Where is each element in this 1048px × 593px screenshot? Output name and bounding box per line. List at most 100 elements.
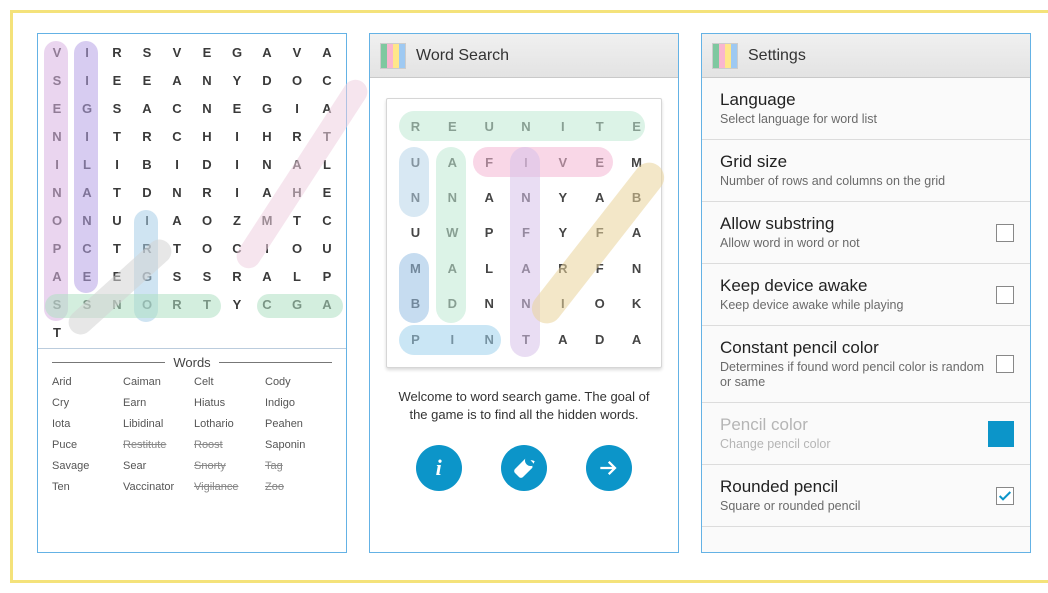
color-swatch[interactable] — [988, 421, 1014, 447]
grid-cell[interactable]: C — [312, 66, 342, 94]
grid-cell[interactable]: S — [162, 262, 192, 290]
grid-cell[interactable]: E — [222, 94, 252, 122]
grid-cell[interactable]: A — [282, 150, 312, 178]
grid-cell[interactable]: G — [252, 94, 282, 122]
grid-cell[interactable]: I — [72, 122, 102, 150]
grid-cell[interactable]: N — [192, 66, 222, 94]
grid-cell[interactable]: U — [312, 234, 342, 262]
grid-cell[interactable]: Y — [222, 290, 252, 318]
grid-cell[interactable]: A — [132, 94, 162, 122]
grid-cell[interactable]: H — [192, 122, 222, 150]
grid-cell[interactable]: Z — [222, 206, 252, 234]
grid-cell[interactable]: V — [162, 38, 192, 66]
grid-cell[interactable]: G — [132, 262, 162, 290]
grid-cell[interactable]: I — [252, 234, 282, 262]
grid-cell[interactable]: O — [192, 206, 222, 234]
setting-row[interactable]: Allow substringAllow word in word or not — [702, 202, 1030, 264]
grid-cell[interactable]: N — [42, 122, 72, 150]
grid-cell[interactable]: N — [42, 178, 72, 206]
grid-cell[interactable]: T — [192, 290, 222, 318]
grid-cell[interactable]: A — [162, 66, 192, 94]
setting-row[interactable]: Pencil colorChange pencil color — [702, 403, 1030, 465]
grid-cell[interactable]: C — [312, 206, 342, 234]
setting-row[interactable]: Grid sizeNumber of rows and columns on t… — [702, 140, 1030, 202]
grid-cell[interactable]: A — [42, 262, 72, 290]
setting-row[interactable]: LanguageSelect language for word list — [702, 78, 1030, 140]
grid-cell[interactable]: R — [222, 262, 252, 290]
grid-cell[interactable]: E — [192, 38, 222, 66]
grid-cell[interactable]: P — [42, 234, 72, 262]
grid-cell[interactable]: R — [282, 122, 312, 150]
settings-button[interactable] — [501, 445, 547, 491]
grid-cell[interactable]: L — [312, 150, 342, 178]
grid-cell[interactable]: T — [162, 234, 192, 262]
grid-cell[interactable]: G — [282, 290, 312, 318]
letter-grid[interactable]: VIRSVEGAVASIEEANYDOCEGSACNEGIANITRCHIHRT… — [42, 38, 342, 346]
grid-cell[interactable]: S — [102, 94, 132, 122]
grid-cell[interactable]: O — [282, 234, 312, 262]
grid-cell[interactable]: R — [102, 38, 132, 66]
grid-cell[interactable]: N — [162, 178, 192, 206]
grid-cell[interactable]: R — [132, 234, 162, 262]
grid-cell[interactable]: C — [72, 234, 102, 262]
grid-cell[interactable]: E — [102, 262, 132, 290]
grid-cell[interactable]: R — [132, 122, 162, 150]
grid-cell[interactable]: S — [132, 38, 162, 66]
checkbox[interactable] — [996, 286, 1014, 304]
grid-cell[interactable]: G — [222, 38, 252, 66]
grid-cell[interactable]: O — [42, 206, 72, 234]
grid-cell[interactable]: E — [132, 66, 162, 94]
grid-cell[interactable]: D — [132, 178, 162, 206]
grid-cell[interactable]: S — [42, 66, 72, 94]
grid-cell[interactable]: I — [222, 178, 252, 206]
grid-cell[interactable]: A — [252, 262, 282, 290]
grid-cell[interactable]: E — [72, 262, 102, 290]
grid-cell[interactable]: I — [132, 206, 162, 234]
checkbox[interactable] — [996, 355, 1014, 373]
grid-cell[interactable]: N — [72, 206, 102, 234]
grid-cell[interactable]: V — [42, 38, 72, 66]
grid-cell[interactable]: A — [252, 38, 282, 66]
grid-cell[interactable]: I — [42, 150, 72, 178]
grid-cell[interactable]: T — [42, 318, 72, 346]
grid-cell[interactable]: O — [192, 234, 222, 262]
grid-cell[interactable]: T — [102, 122, 132, 150]
grid-cell[interactable]: B — [132, 150, 162, 178]
grid-cell[interactable]: L — [282, 262, 312, 290]
checkbox[interactable] — [996, 487, 1014, 505]
grid-cell[interactable]: C — [222, 234, 252, 262]
grid-cell[interactable]: E — [42, 94, 72, 122]
info-button[interactable]: i — [416, 445, 462, 491]
play-button[interactable] — [586, 445, 632, 491]
grid-cell[interactable]: G — [72, 94, 102, 122]
checkbox[interactable] — [996, 224, 1014, 242]
grid-cell[interactable]: N — [102, 290, 132, 318]
grid-cell[interactable]: M — [252, 206, 282, 234]
setting-row[interactable]: Constant pencil colorDetermines if found… — [702, 326, 1030, 403]
grid-cell[interactable]: I — [162, 150, 192, 178]
grid-cell[interactable]: A — [312, 290, 342, 318]
grid-cell[interactable]: H — [252, 122, 282, 150]
grid-cell[interactable]: H — [282, 178, 312, 206]
grid-cell[interactable]: U — [102, 206, 132, 234]
grid-cell[interactable]: I — [102, 150, 132, 178]
grid-cell[interactable]: Y — [222, 66, 252, 94]
grid-cell[interactable]: C — [252, 290, 282, 318]
grid-cell[interactable]: S — [72, 290, 102, 318]
grid-cell[interactable]: N — [252, 150, 282, 178]
grid-cell[interactable]: I — [222, 150, 252, 178]
grid-cell[interactable]: E — [102, 66, 132, 94]
grid-cell[interactable]: R — [192, 178, 222, 206]
grid-cell[interactable]: T — [102, 234, 132, 262]
grid-cell[interactable]: A — [162, 206, 192, 234]
grid-cell[interactable]: A — [252, 178, 282, 206]
grid-cell[interactable]: C — [162, 122, 192, 150]
grid-cell[interactable]: T — [102, 178, 132, 206]
grid-cell[interactable]: L — [72, 150, 102, 178]
grid-cell[interactable]: T — [282, 206, 312, 234]
grid-cell[interactable]: I — [72, 66, 102, 94]
grid-cell[interactable]: T — [312, 122, 342, 150]
grid-cell[interactable]: V — [282, 38, 312, 66]
setting-row[interactable]: Keep device awakeKeep device awake while… — [702, 264, 1030, 326]
grid-cell[interactable]: A — [72, 178, 102, 206]
